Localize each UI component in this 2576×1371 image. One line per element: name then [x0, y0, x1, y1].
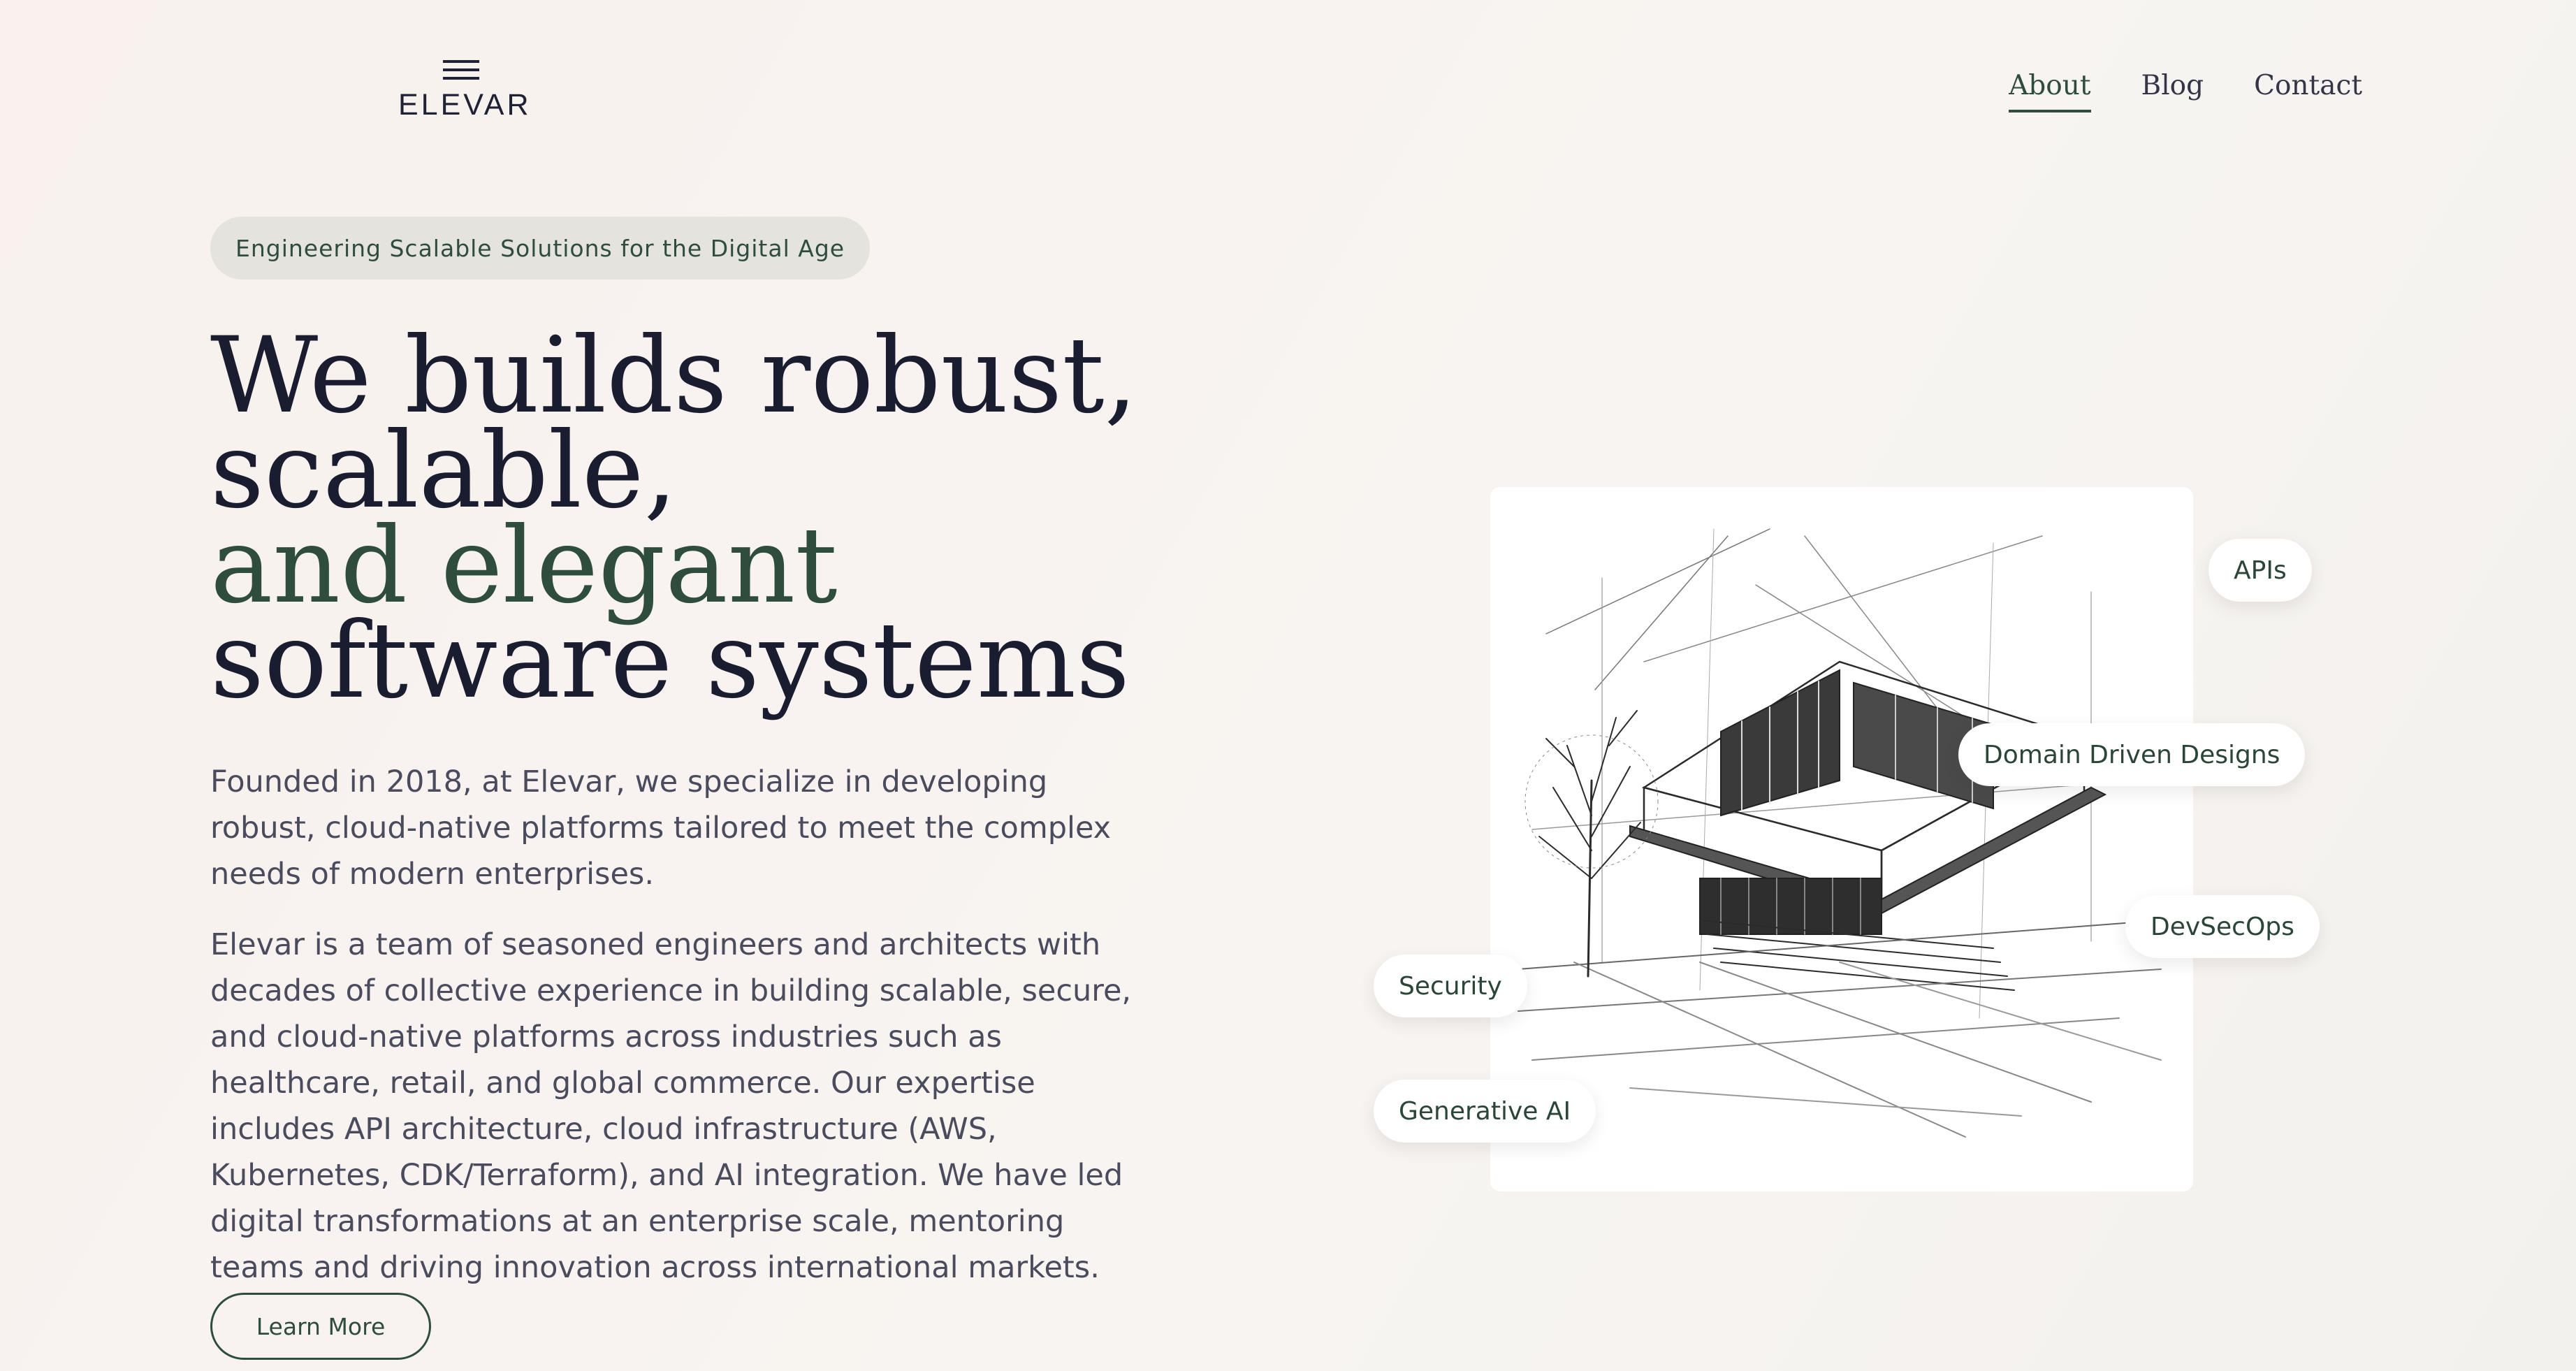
architecture-sketch-card: [1490, 487, 2193, 1191]
chip-security: Security: [1374, 955, 1527, 1017]
brand-name: ELEVAR: [398, 88, 532, 122]
building-sketch-illustration: [1518, 528, 2162, 1138]
chip-apis: APIs: [2208, 539, 2312, 602]
hero-headline: We builds robust, scalable, and elegant …: [210, 315, 1188, 722]
about-paragraph: Elevar is a team of seasoned engineers a…: [210, 927, 1132, 1285]
intro-paragraph: Founded in 2018, at Elevar, we specializ…: [210, 764, 1112, 892]
headline-line-1: We builds robust,: [210, 315, 1138, 437]
main-nav: About Blog Contact: [2009, 70, 2362, 113]
headline-line-4: software systems: [210, 600, 1130, 722]
chip-devsecops: DevSecOps: [2125, 895, 2320, 958]
brand-logo[interactable]: ELEVAR: [398, 60, 532, 122]
chip-generative-ai: Generative AI: [1374, 1080, 1596, 1142]
chip-domain-driven-designs: Domain Driven Designs: [1958, 723, 2306, 786]
tagline-badge: Engineering Scalable Solutions for the D…: [210, 217, 871, 280]
nav-link-contact[interactable]: Contact: [2254, 70, 2362, 113]
headline-line-2: scalable,: [210, 410, 678, 532]
nav-link-blog[interactable]: Blog: [2141, 70, 2204, 113]
headline-line-3-accent: and elegant: [210, 505, 838, 627]
nav-link-about[interactable]: About: [2009, 70, 2091, 113]
hamburger-lines-icon: [443, 60, 479, 80]
learn-more-button[interactable]: Learn More: [210, 1293, 431, 1360]
